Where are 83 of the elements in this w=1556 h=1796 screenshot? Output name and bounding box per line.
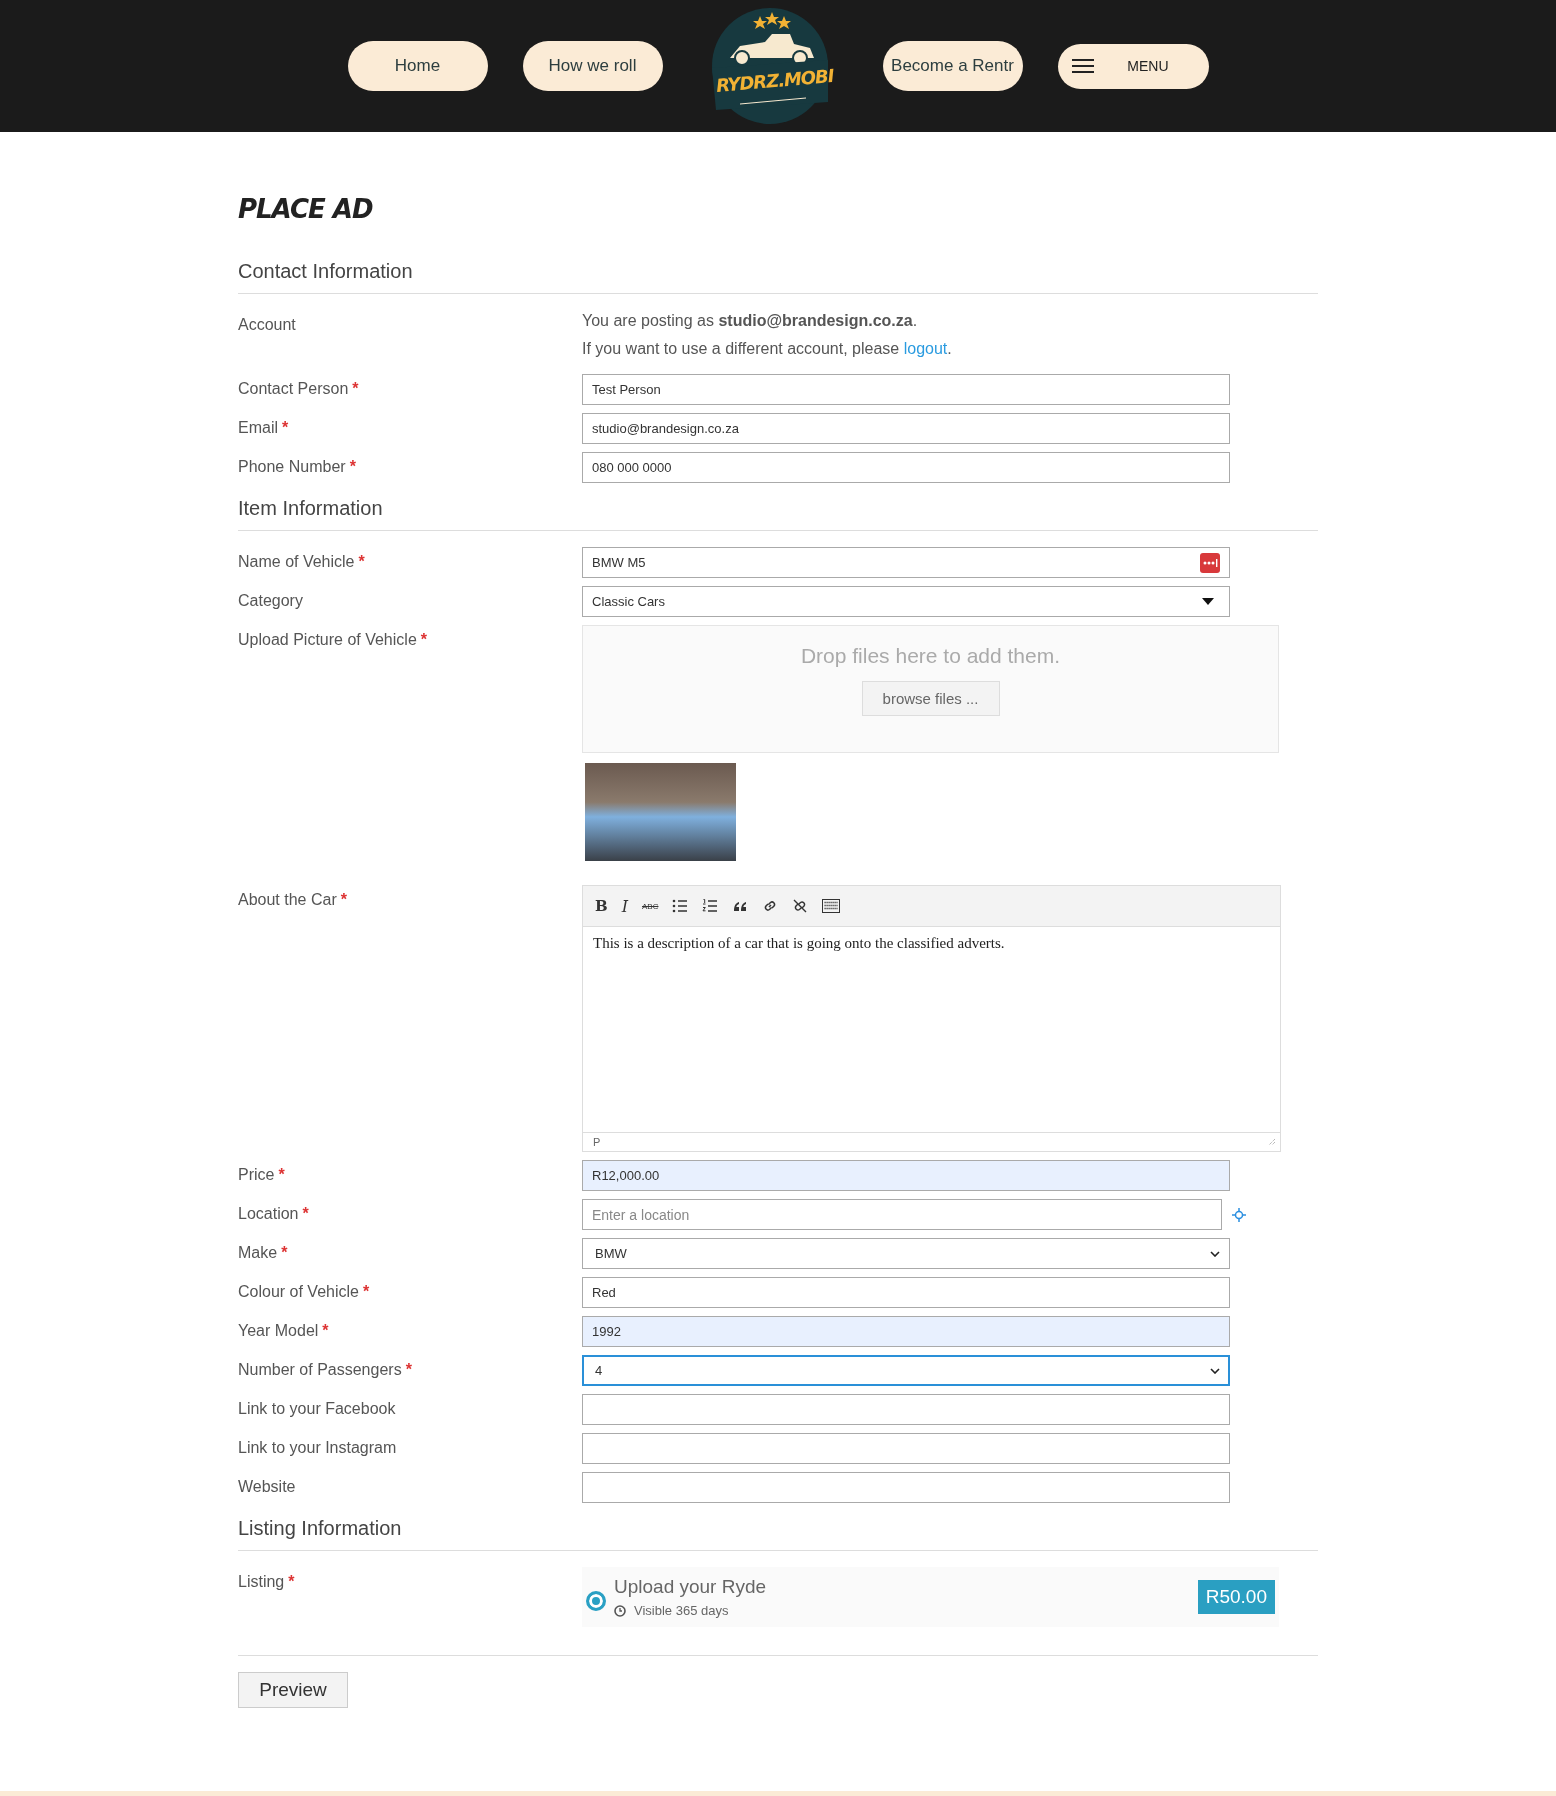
field-label: Number of Passengers * <box>238 1360 413 1380</box>
required-marker: * <box>302 1205 309 1222</box>
menu-button[interactable]: MENU <box>1057 43 1209 89</box>
field-label: Category <box>238 591 304 611</box>
select-field[interactable]: BMW <box>582 1238 1230 1269</box>
text-field[interactable]: 080 000 0000 <box>582 452 1230 483</box>
field-label: Phone Number * <box>238 457 357 477</box>
required-marker: * <box>420 631 427 648</box>
field-label: Website <box>238 1477 297 1497</box>
listing-title: Upload your Ryde <box>614 1576 768 1598</box>
listing-duration: Visible 365 days <box>634 1603 729 1618</box>
field-label: Colour of Vehicle * <box>238 1282 371 1302</box>
account-text: If you want to use a different account, please logout. <box>582 339 953 359</box>
text-field[interactable] <box>582 1433 1230 1464</box>
password-manager-icon[interactable] <box>1200 552 1220 573</box>
field-label: Link to your Facebook <box>238 1399 397 1419</box>
field-label: Upload Picture of Vehicle * <box>238 630 428 650</box>
chevron-down-icon <box>1210 1250 1220 1257</box>
preview-button[interactable]: Preview <box>238 1672 348 1708</box>
text-field[interactable]: 1992 <box>582 1316 1230 1347</box>
field-label: Make * <box>238 1243 289 1263</box>
location-field[interactable]: Enter a location <box>582 1199 1222 1230</box>
text-field[interactable]: BMW M5 <box>582 547 1230 578</box>
field-label: About the Car * <box>238 890 348 910</box>
text-field[interactable] <box>582 1394 1230 1425</box>
dropdown-triangle-icon <box>1202 597 1214 606</box>
nav-link[interactable]: How we roll <box>522 41 663 91</box>
radio-button[interactable] <box>586 1591 606 1611</box>
text-field[interactable]: R12,000.00 <box>582 1160 1230 1191</box>
unlink-icon[interactable] <box>792 898 809 914</box>
chevron-down-icon <box>1210 1367 1220 1374</box>
strikethrough-button[interactable]: ABC <box>642 901 659 911</box>
required-marker: * <box>281 1244 288 1261</box>
field-label: Year Model * <box>238 1321 330 1341</box>
resize-grip-icon[interactable] <box>1268 1138 1276 1146</box>
editor-content[interactable]: This is a description of a car that is going onto the classified adverts. <box>583 927 1280 1132</box>
required-marker: * <box>340 891 347 908</box>
locate-icon[interactable] <box>1232 1207 1246 1222</box>
numbered-list-icon[interactable] <box>702 898 719 914</box>
field-label: Account <box>238 315 297 335</box>
browse-files-button[interactable]: browse files ... <box>861 681 1000 716</box>
keyboard-icon[interactable] <box>822 899 841 913</box>
section-heading: Contact Information <box>238 260 1318 294</box>
site-logo[interactable]: RYDRZ.MOBI <box>709 6 836 126</box>
text-field[interactable] <box>582 1472 1230 1503</box>
text-field[interactable]: Test Person <box>582 374 1230 405</box>
required-marker: * <box>349 458 356 475</box>
menu-icon <box>1071 58 1094 74</box>
field-label: Contact Person * <box>238 379 360 399</box>
drop-hint: Drop files here to add them. <box>800 644 1061 668</box>
select-field[interactable]: 4 <box>582 1355 1230 1386</box>
text-field[interactable]: studio@brandesign.co.za <box>582 413 1230 444</box>
file-drop-zone[interactable]: Drop files here to add them. browse files ... <box>582 625 1279 753</box>
nav-link[interactable]: Become a Rentr <box>882 41 1023 91</box>
required-marker: * <box>282 419 289 436</box>
field-label: Name of Vehicle * <box>238 552 366 572</box>
category-dropdown[interactable]: Classic Cars <box>582 586 1230 617</box>
clock-icon <box>614 1604 626 1617</box>
required-marker: * <box>362 1283 370 1300</box>
field-label: Email * <box>238 418 290 438</box>
field-label: Location * <box>238 1204 310 1224</box>
italic-button[interactable]: I <box>621 896 628 916</box>
required-marker: * <box>288 1573 295 1590</box>
listing-option[interactable]: Upload your Ryde Visible 365 days R50.00 <box>582 1567 1279 1627</box>
required-marker: * <box>358 553 365 570</box>
field-label: Listing * <box>238 1572 296 1592</box>
logo-wordmark: RYDRZ.MOBI <box>714 64 834 97</box>
required-marker: * <box>352 380 359 397</box>
price-tag: R50.00 <box>1197 1580 1275 1614</box>
section-heading: Item Information <box>238 497 1318 531</box>
required-marker: * <box>322 1322 329 1339</box>
nav-link[interactable]: Home <box>347 41 488 91</box>
page-title: PLACE AD <box>238 194 374 224</box>
account-text: You are posting as studio@brandesign.co.za. <box>582 311 919 331</box>
text-field[interactable]: Red <box>582 1277 1230 1308</box>
element-path: P <box>593 1136 601 1148</box>
field-label: Price * <box>238 1165 286 1185</box>
field-label: Link to your Instagram <box>238 1438 398 1458</box>
required-marker: * <box>278 1166 285 1183</box>
bold-button[interactable]: B <box>595 897 608 915</box>
required-marker: * <box>405 1361 412 1378</box>
bullet-list-icon[interactable] <box>672 898 689 914</box>
section-heading: Listing Information <box>238 1517 1318 1551</box>
